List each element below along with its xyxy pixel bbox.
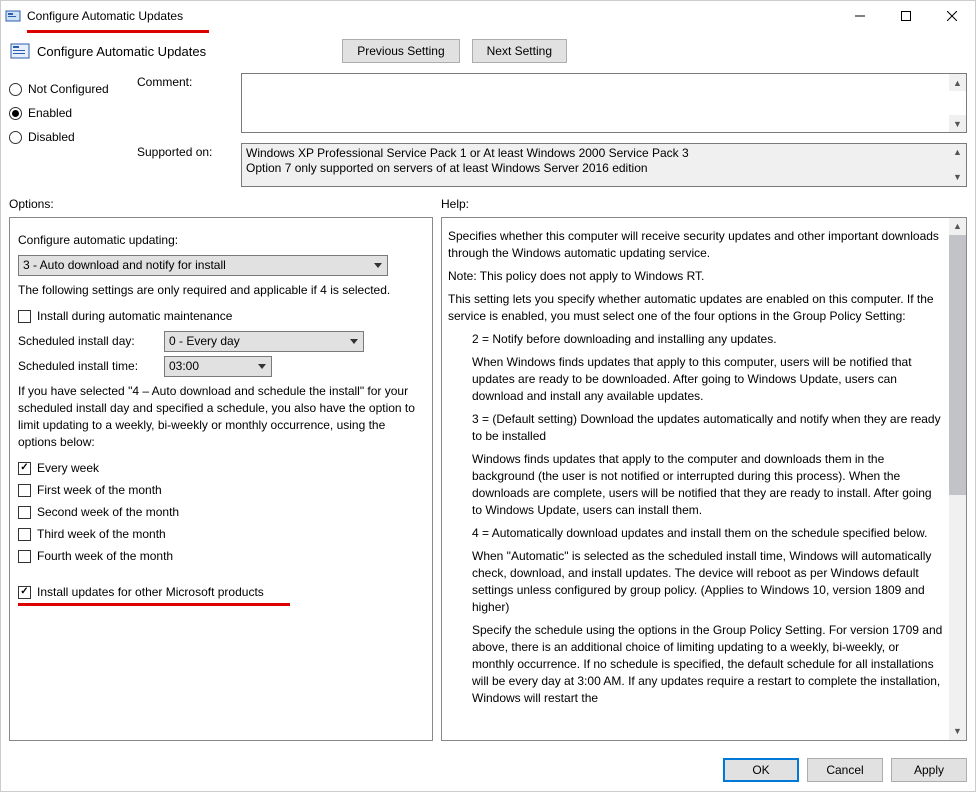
- maximize-button[interactable]: [883, 2, 929, 30]
- help-text: 3 = (Default setting) Download the updat…: [448, 411, 944, 445]
- policy-subtitle-row: Configure Automatic Updates Previous Set…: [1, 33, 975, 67]
- checkbox-label: Every week: [37, 460, 99, 477]
- state-label: Disabled: [28, 130, 75, 144]
- help-text: Specifies whether this computer will rec…: [448, 228, 944, 262]
- third-week-checkbox[interactable]: Third week of the month: [18, 523, 424, 545]
- checkbox-icon: [18, 506, 31, 519]
- policy-icon: [5, 8, 21, 24]
- checkbox-label: Install during automatic maintenance: [37, 308, 232, 325]
- policy-state-area: Not Configured Enabled Disabled Comment:…: [1, 67, 975, 187]
- every-week-checkbox[interactable]: Every week: [18, 457, 424, 479]
- scroll-up-icon[interactable]: ▲: [949, 144, 966, 161]
- window-controls: [837, 2, 975, 30]
- comment-textarea[interactable]: ▲ ▼: [241, 73, 967, 133]
- checkbox-label: Install updates for other Microsoft prod…: [37, 584, 264, 601]
- radio-icon: [9, 83, 22, 96]
- help-pane: Specifies whether this computer will rec…: [441, 217, 967, 741]
- scheduled-time-select[interactable]: 03:00: [164, 356, 272, 377]
- checkbox-icon: [18, 310, 31, 323]
- radio-icon: [9, 107, 22, 120]
- state-disabled[interactable]: Disabled: [9, 125, 129, 149]
- help-text: This setting lets you specify whether au…: [448, 291, 944, 325]
- help-text: When "Automatic" is selected as the sche…: [448, 548, 944, 616]
- select-value: 03:00: [169, 358, 199, 375]
- checkbox-icon: [18, 528, 31, 541]
- state-enabled[interactable]: Enabled: [9, 101, 129, 125]
- help-header: Help:: [441, 197, 967, 217]
- titlebar: Configure Automatic Updates: [1, 1, 975, 31]
- scroll-up-icon[interactable]: ▲: [949, 74, 966, 91]
- annotation-underline-option: [18, 603, 290, 606]
- help-text: Note: This policy does not apply to Wind…: [448, 268, 944, 285]
- help-text: Windows finds updates that apply to the …: [448, 451, 944, 519]
- second-week-checkbox[interactable]: Second week of the month: [18, 501, 424, 523]
- group-policy-editor-window: Configure Automatic Updates Configure Au…: [0, 0, 976, 792]
- select-value: 0 - Every day: [169, 333, 240, 350]
- previous-setting-button[interactable]: Previous Setting: [342, 39, 459, 63]
- state-label: Not Configured: [28, 82, 109, 96]
- checkbox-label: Fourth week of the month: [37, 548, 173, 565]
- dialog-footer: OK Cancel Apply: [1, 749, 975, 791]
- install-other-ms-products-checkbox[interactable]: Install updates for other Microsoft prod…: [18, 581, 424, 603]
- scheduled-day-select[interactable]: 0 - Every day: [164, 331, 364, 352]
- help-text: Specify the schedule using the options i…: [448, 622, 944, 707]
- cancel-button[interactable]: Cancel: [807, 758, 883, 782]
- comment-label: Comment:: [137, 73, 235, 89]
- policy-subtitle-icon: [9, 40, 31, 62]
- policy-subtitle: Configure Automatic Updates: [37, 44, 206, 59]
- apply-button[interactable]: Apply: [891, 758, 967, 782]
- scroll-down-icon[interactable]: ▼: [949, 115, 966, 132]
- fourth-week-checkbox[interactable]: Fourth week of the month: [18, 545, 424, 567]
- help-text: 4 = Automatically download updates and i…: [448, 525, 944, 542]
- state-label: Enabled: [28, 106, 72, 120]
- state-not-configured[interactable]: Not Configured: [9, 77, 129, 101]
- help-scrollbar[interactable]: ▲ ▼: [949, 218, 966, 740]
- configure-updating-select[interactable]: 3 - Auto download and notify for install: [18, 255, 388, 276]
- options-schedule-note: If you have selected "4 – Auto download …: [18, 383, 424, 451]
- checkbox-label: First week of the month: [37, 482, 162, 499]
- options-pane: Configure automatic updating: 3 - Auto d…: [9, 217, 433, 741]
- scheduled-time-label: Scheduled install time:: [18, 358, 158, 375]
- checkbox-label: Third week of the month: [37, 526, 166, 543]
- help-text: When Windows finds updates that apply to…: [448, 354, 944, 405]
- select-value: 3 - Auto download and notify for install: [23, 257, 226, 274]
- scrollbar-thumb[interactable]: [949, 235, 966, 495]
- scroll-down-icon[interactable]: ▼: [949, 169, 966, 186]
- options-note-4: The following settings are only required…: [18, 282, 424, 299]
- supported-text-line2: Option 7 only supported on servers of at…: [246, 161, 950, 176]
- close-button[interactable]: [929, 2, 975, 30]
- supported-text-line1: Windows XP Professional Service Pack 1 o…: [246, 146, 950, 161]
- scroll-down-icon[interactable]: ▼: [949, 723, 966, 740]
- install-during-maintenance-checkbox[interactable]: Install during automatic maintenance: [18, 305, 424, 327]
- scheduled-day-label: Scheduled install day:: [18, 333, 158, 350]
- options-header: Options:: [9, 197, 433, 217]
- scroll-up-icon[interactable]: ▲: [949, 218, 966, 235]
- checkbox-label: Second week of the month: [37, 504, 179, 521]
- supported-label: Supported on:: [137, 143, 235, 159]
- minimize-button[interactable]: [837, 2, 883, 30]
- next-setting-button[interactable]: Next Setting: [472, 39, 567, 63]
- first-week-checkbox[interactable]: First week of the month: [18, 479, 424, 501]
- checkbox-icon: [18, 586, 31, 599]
- radio-icon: [9, 131, 22, 144]
- configure-updating-label: Configure automatic updating:: [18, 232, 424, 249]
- window-title: Configure Automatic Updates: [27, 9, 183, 23]
- ok-button[interactable]: OK: [723, 758, 799, 782]
- checkbox-icon: [18, 462, 31, 475]
- supported-on-box: Windows XP Professional Service Pack 1 o…: [241, 143, 967, 187]
- help-text: 2 = Notify before downloading and instal…: [448, 331, 944, 348]
- checkbox-icon: [18, 550, 31, 563]
- checkbox-icon: [18, 484, 31, 497]
